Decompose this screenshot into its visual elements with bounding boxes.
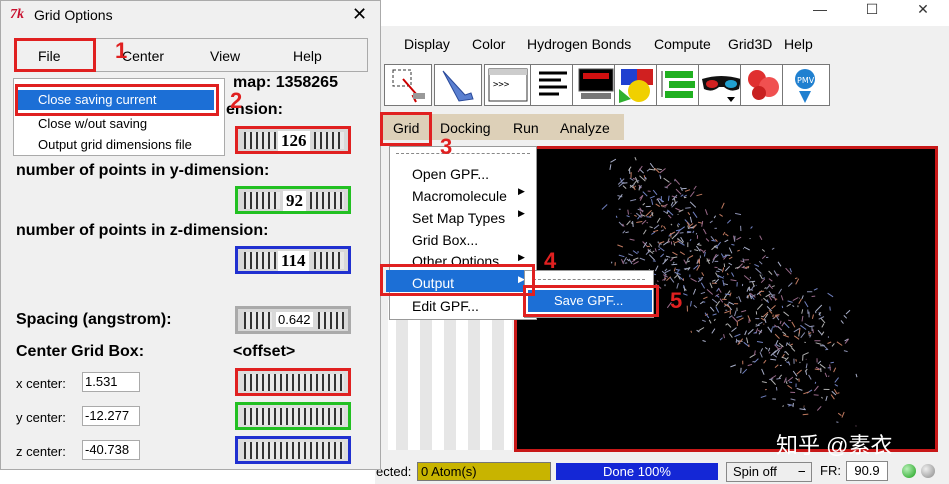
annotation-box-5 bbox=[523, 285, 659, 317]
z-offset-thumbwheel[interactable] bbox=[235, 436, 351, 464]
tk-logo-icon: 7k bbox=[10, 7, 24, 22]
annotation-number-3: 3 bbox=[440, 134, 453, 159]
z-dimension-label: number of points in z-dimension: bbox=[16, 222, 269, 239]
menu-help[interactable]: Help bbox=[784, 36, 813, 52]
annotation-number-5: 5 bbox=[670, 288, 683, 313]
spin-select[interactable]: Spin off ⎯ bbox=[726, 462, 812, 482]
red-molecule-icon[interactable] bbox=[740, 64, 788, 106]
tab-run[interactable]: Run bbox=[513, 120, 539, 136]
tree-view-icon[interactable] bbox=[656, 64, 704, 106]
spacing-label: Spacing (angstrom): bbox=[16, 311, 172, 328]
spin-value: Spin off bbox=[733, 464, 777, 479]
strip-column bbox=[492, 300, 504, 450]
z-center-label: z center: bbox=[16, 444, 66, 459]
submenu-arrow-icon: ▶ bbox=[518, 208, 525, 218]
menu-display[interactable]: Display bbox=[404, 36, 450, 52]
menu-compute[interactable]: Compute bbox=[654, 36, 711, 52]
svg-text:PMV: PMV bbox=[797, 76, 815, 85]
svg-text:>>>: >>> bbox=[493, 80, 510, 90]
pointer-hand-icon[interactable] bbox=[434, 64, 482, 106]
tearoff-line bbox=[396, 153, 530, 154]
progress-bar: Done 100% bbox=[556, 463, 718, 480]
spacing-thumbwheel[interactable]: 0.642 bbox=[235, 306, 351, 334]
grid-menu-set-map-types[interactable]: Set Map Types bbox=[412, 210, 505, 226]
annotation-number-1: 1 bbox=[115, 38, 128, 63]
y-points-thumbwheel[interactable]: 92 bbox=[235, 186, 351, 214]
strip-column bbox=[468, 300, 480, 450]
file-menu-close-without-saving[interactable]: Close w/out saving bbox=[38, 116, 147, 131]
menu-hydrogen-bonds[interactable]: Hydrogen Bonds bbox=[527, 36, 631, 52]
y-points-value: 92 bbox=[283, 191, 306, 211]
dialog-menu-help[interactable]: Help bbox=[293, 48, 322, 64]
dialog-close-icon[interactable]: ✕ bbox=[352, 4, 367, 25]
spacing-value: 0.642 bbox=[276, 312, 313, 327]
strip-column bbox=[420, 300, 432, 450]
x-offset-thumbwheel[interactable] bbox=[235, 368, 351, 396]
dialog-title: Grid Options bbox=[34, 7, 113, 23]
stereo-glasses-icon[interactable] bbox=[698, 64, 746, 106]
dropdown-arrow-icon: ⎯ bbox=[798, 463, 806, 478]
status-gray-led-icon bbox=[921, 464, 935, 478]
x-points-value: 126 bbox=[278, 131, 310, 151]
z-center-input[interactable]: -40.738 bbox=[82, 440, 140, 460]
annotation-box-4 bbox=[380, 264, 535, 296]
minimize-icon[interactable]: — bbox=[800, 0, 840, 22]
selected-atoms-count: 0 Atom(s) bbox=[417, 462, 551, 481]
z-points-thumbwheel[interactable]: 114 bbox=[235, 246, 351, 274]
selected-label: ected: bbox=[376, 464, 412, 479]
close-icon[interactable]: ✕ bbox=[903, 0, 943, 22]
strip-column bbox=[444, 300, 456, 450]
grid-menu-open-gpf[interactable]: Open GPF... bbox=[412, 166, 489, 182]
map-size-label: map: 1358265 bbox=[233, 74, 338, 91]
y-offset-thumbwheel[interactable] bbox=[235, 402, 351, 430]
annotation-box-1 bbox=[14, 38, 96, 72]
watermark: 知乎 @素衣 bbox=[776, 433, 893, 458]
maximize-icon[interactable]: ☐ bbox=[852, 0, 892, 22]
framerate-label: FR: bbox=[820, 463, 841, 478]
annotation-box-2 bbox=[15, 84, 219, 116]
grid-menu-edit-gpf[interactable]: Edit GPF... bbox=[412, 298, 479, 314]
text-align-icon[interactable] bbox=[530, 64, 578, 106]
display-red-icon[interactable] bbox=[572, 64, 620, 106]
z-points-value: 114 bbox=[278, 251, 309, 271]
grid-menu-grid-box[interactable]: Grid Box... bbox=[412, 232, 478, 248]
x-center-label: x center: bbox=[16, 376, 66, 391]
tearoff-line bbox=[533, 279, 645, 280]
offset-label: <offset> bbox=[233, 343, 296, 360]
center-grid-box-label: Center Grid Box: bbox=[16, 343, 145, 360]
menu-color[interactable]: Color bbox=[472, 36, 505, 52]
y-center-label: y center: bbox=[16, 410, 66, 425]
submenu-arrow-icon: ▶ bbox=[518, 186, 525, 196]
python-shell-icon[interactable]: >>> bbox=[484, 64, 532, 106]
annotation-number-4: 4 bbox=[544, 248, 557, 273]
menu-grid3d[interactable]: Grid3D bbox=[728, 36, 772, 52]
molecule-shapes-icon[interactable] bbox=[614, 64, 662, 106]
annotation-number-2: 2 bbox=[230, 88, 243, 113]
pmv-logo-icon[interactable]: PMV bbox=[782, 64, 830, 106]
y-center-input[interactable]: -12.277 bbox=[82, 406, 140, 426]
submenu-arrow-icon: ▶ bbox=[518, 252, 525, 262]
annotation-box-3 bbox=[380, 112, 432, 146]
status-green-led-icon bbox=[902, 464, 916, 478]
x-points-thumbwheel[interactable]: 126 bbox=[235, 126, 351, 154]
grid-menu-macromolecule[interactable]: Macromolecule bbox=[412, 188, 507, 204]
strip-column bbox=[396, 300, 408, 450]
map-size-value: 1358265 bbox=[275, 74, 338, 91]
tab-analyze[interactable]: Analyze bbox=[560, 120, 610, 136]
file-menu-output-dimensions-file[interactable]: Output grid dimensions file bbox=[38, 137, 192, 152]
y-dimension-label: number of points in y-dimension: bbox=[16, 162, 270, 179]
dialog-menu-view[interactable]: View bbox=[210, 48, 240, 64]
select-tool-icon[interactable] bbox=[384, 64, 432, 106]
x-center-input[interactable]: 1.531 bbox=[82, 372, 140, 392]
framerate-value: 90.9 bbox=[846, 461, 888, 481]
dialog-menu-center[interactable]: Center bbox=[122, 48, 164, 64]
